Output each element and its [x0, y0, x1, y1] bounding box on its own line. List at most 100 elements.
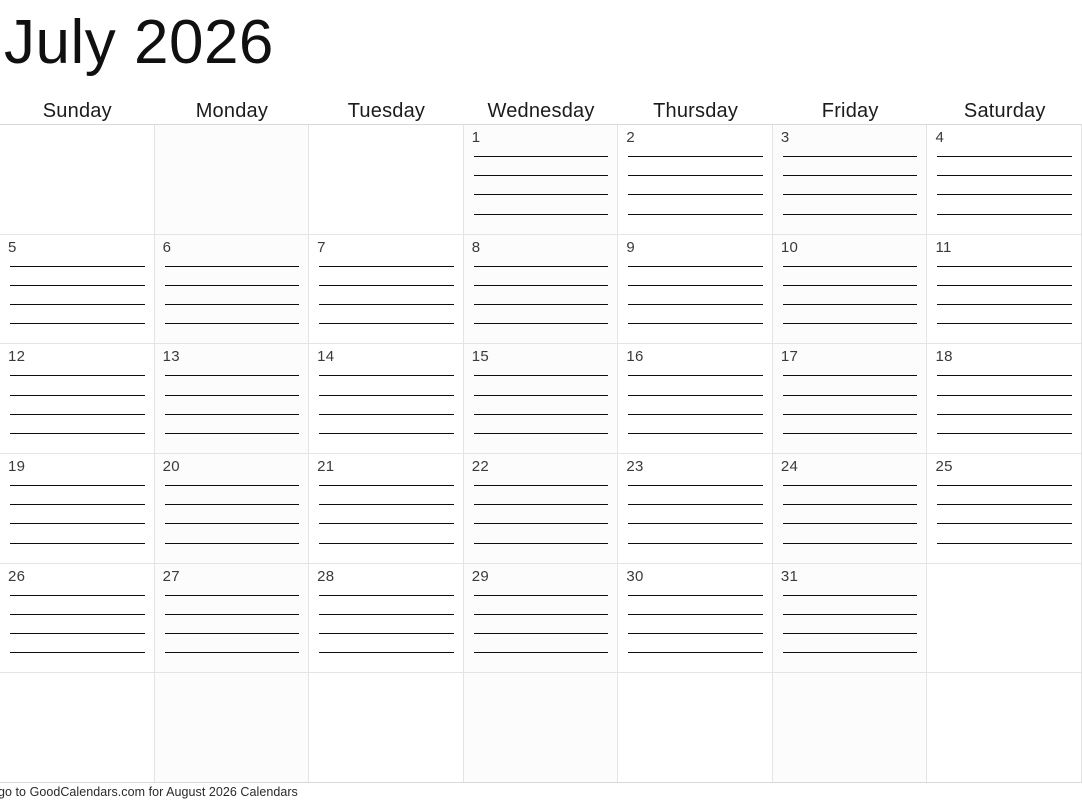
write-line[interactable] — [319, 375, 454, 377]
write-line[interactable] — [473, 613, 609, 615]
write-line[interactable] — [782, 523, 918, 525]
day-cell-empty[interactable] — [309, 673, 464, 783]
write-line[interactable] — [473, 194, 609, 196]
day-cell-5[interactable]: 5 — [0, 234, 155, 344]
write-line[interactable] — [319, 652, 454, 654]
day-cell-20[interactable]: 20 — [154, 454, 310, 563]
write-line[interactable] — [937, 156, 1073, 158]
write-line[interactable] — [10, 284, 145, 286]
write-line[interactable] — [628, 613, 763, 615]
write-line[interactable] — [164, 265, 300, 267]
write-line[interactable] — [10, 432, 145, 434]
write-line[interactable] — [10, 633, 145, 635]
write-line[interactable] — [473, 375, 609, 377]
write-line[interactable] — [164, 542, 300, 544]
day-cell-18[interactable]: 18 — [927, 344, 1082, 454]
write-line[interactable] — [937, 485, 1073, 487]
write-line[interactable] — [10, 652, 145, 654]
write-line[interactable] — [319, 613, 454, 615]
write-line[interactable] — [628, 594, 763, 596]
write-line[interactable] — [10, 375, 145, 377]
write-line[interactable] — [164, 504, 300, 506]
day-cell-empty[interactable] — [0, 673, 155, 783]
write-line[interactable] — [937, 265, 1073, 267]
day-cell-1[interactable]: 1 — [463, 125, 619, 234]
day-cell-22[interactable]: 22 — [463, 454, 619, 563]
day-cell-13[interactable]: 13 — [154, 344, 310, 454]
write-line[interactable] — [628, 375, 763, 377]
write-line[interactable] — [164, 375, 300, 377]
day-cell-empty[interactable] — [927, 563, 1082, 673]
write-line[interactable] — [164, 304, 300, 306]
day-cell-9[interactable]: 9 — [618, 234, 773, 344]
write-line[interactable] — [782, 156, 918, 158]
day-cell-17[interactable]: 17 — [772, 344, 928, 454]
write-line[interactable] — [164, 394, 300, 396]
write-line[interactable] — [473, 594, 609, 596]
write-line[interactable] — [10, 613, 145, 615]
write-line[interactable] — [473, 413, 609, 415]
write-line[interactable] — [319, 633, 454, 635]
write-line[interactable] — [937, 194, 1073, 196]
write-line[interactable] — [473, 213, 609, 215]
write-line[interactable] — [937, 213, 1073, 215]
write-line[interactable] — [319, 594, 454, 596]
write-line[interactable] — [473, 265, 609, 267]
write-line[interactable] — [10, 323, 145, 325]
write-line[interactable] — [10, 304, 145, 306]
write-line[interactable] — [319, 323, 454, 325]
day-cell-10[interactable]: 10 — [772, 234, 928, 344]
write-line[interactable] — [319, 485, 454, 487]
write-line[interactable] — [10, 413, 145, 415]
write-line[interactable] — [164, 633, 300, 635]
write-line[interactable] — [628, 175, 763, 177]
write-line[interactable] — [473, 504, 609, 506]
day-cell-11[interactable]: 11 — [927, 234, 1082, 344]
day-cell-21[interactable]: 21 — [309, 454, 464, 563]
write-line[interactable] — [937, 523, 1073, 525]
write-line[interactable] — [10, 485, 145, 487]
write-line[interactable] — [473, 523, 609, 525]
write-line[interactable] — [164, 523, 300, 525]
write-line[interactable] — [319, 504, 454, 506]
write-line[interactable] — [473, 323, 609, 325]
write-line[interactable] — [628, 633, 763, 635]
day-cell-23[interactable]: 23 — [618, 454, 773, 563]
day-cell-19[interactable]: 19 — [0, 454, 155, 563]
write-line[interactable] — [628, 652, 763, 654]
day-cell-6[interactable]: 6 — [154, 234, 310, 344]
write-line[interactable] — [473, 175, 609, 177]
write-line[interactable] — [319, 284, 454, 286]
write-line[interactable] — [164, 613, 300, 615]
write-line[interactable] — [937, 175, 1073, 177]
write-line[interactable] — [164, 432, 300, 434]
write-line[interactable] — [473, 156, 609, 158]
write-line[interactable] — [937, 394, 1073, 396]
write-line[interactable] — [628, 523, 763, 525]
write-line[interactable] — [319, 413, 454, 415]
day-cell-8[interactable]: 8 — [463, 234, 619, 344]
write-line[interactable] — [782, 652, 918, 654]
write-line[interactable] — [10, 542, 145, 544]
write-line[interactable] — [164, 284, 300, 286]
write-line[interactable] — [10, 394, 145, 396]
day-cell-empty[interactable] — [927, 673, 1082, 783]
write-line[interactable] — [937, 304, 1073, 306]
write-line[interactable] — [937, 542, 1073, 544]
day-cell-empty[interactable] — [309, 125, 464, 234]
write-line[interactable] — [473, 633, 609, 635]
write-line[interactable] — [782, 485, 918, 487]
day-cell-31[interactable]: 31 — [772, 563, 928, 673]
day-cell-16[interactable]: 16 — [618, 344, 773, 454]
write-line[interactable] — [782, 613, 918, 615]
write-line[interactable] — [782, 265, 918, 267]
write-line[interactable] — [782, 504, 918, 506]
write-line[interactable] — [782, 413, 918, 415]
write-line[interactable] — [782, 633, 918, 635]
write-line[interactable] — [10, 594, 145, 596]
write-line[interactable] — [319, 542, 454, 544]
write-line[interactable] — [782, 375, 918, 377]
write-line[interactable] — [10, 504, 145, 506]
write-line[interactable] — [473, 304, 609, 306]
write-line[interactable] — [937, 413, 1073, 415]
